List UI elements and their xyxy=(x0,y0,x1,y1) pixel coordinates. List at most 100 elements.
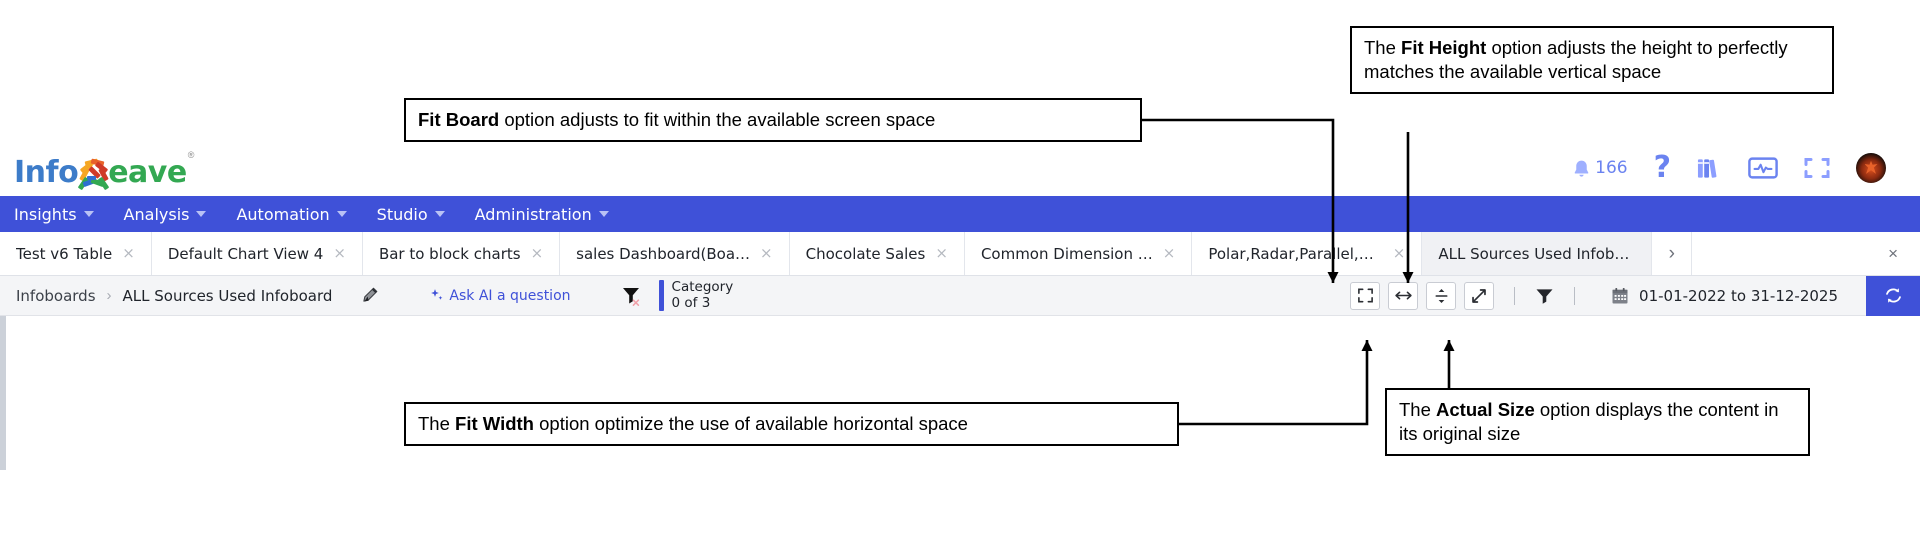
callout-prefix: The xyxy=(1364,37,1402,58)
callout-suffix: option adjusts to fit within the availab… xyxy=(499,109,936,130)
callout-fit-board: Fit Board option adjusts to fit within t… xyxy=(404,98,1142,143)
breadcrumb-root[interactable]: Infoboards xyxy=(16,287,96,305)
monitor-chart-icon xyxy=(1748,157,1778,179)
toolbar-divider xyxy=(1514,286,1516,305)
library-books-icon xyxy=(1697,159,1717,178)
tab-common-dimension[interactable]: Common Dimension … × xyxy=(965,232,1193,275)
tab-bar-to-block-charts[interactable]: Bar to block charts × xyxy=(363,232,561,275)
tab-polar-radar-parallel[interactable]: Polar,Radar,Parallel,Si… × xyxy=(1192,232,1423,275)
ask-ai-label: Ask AI a question xyxy=(449,287,571,304)
tab-close-icon[interactable]: × xyxy=(760,246,773,261)
main-navigation: Insights Analysis Automation Studio Admi… xyxy=(0,196,1920,232)
nav-item-administration[interactable]: Administration xyxy=(475,205,609,224)
callout-bold: Fit Width xyxy=(455,413,534,434)
calendar-icon xyxy=(1612,287,1628,303)
tab-bar: Test v6 Table × Default Chart View 4 × B… xyxy=(0,232,1920,276)
nav-label: Studio xyxy=(376,204,428,224)
callout-prefix: The xyxy=(1399,399,1437,420)
notifications-button[interactable]: 166 xyxy=(1571,157,1628,180)
actual-size-icon xyxy=(1472,288,1486,303)
tab-label: Default Chart View 4 xyxy=(167,244,324,263)
user-avatar[interactable] xyxy=(1856,153,1886,183)
tab-default-chart-view-4[interactable]: Default Chart View 4 × xyxy=(152,232,363,275)
nav-item-insights[interactable]: Insights xyxy=(14,205,94,224)
callout-suffix: option optimize the use of available hor… xyxy=(533,413,968,434)
fit-width-button[interactable] xyxy=(1388,281,1419,310)
tab-close-icon[interactable]: × xyxy=(1393,246,1406,261)
nav-label: Automation xyxy=(236,204,330,224)
filter-chip-category[interactable]: Category 0 of 3 xyxy=(658,278,734,312)
tab-close-icon[interactable]: × xyxy=(935,246,948,261)
breadcrumb-current: ALL Sources Used Infoboard xyxy=(122,286,333,305)
date-range-text: 01-01-2022 to 31-12-2025 xyxy=(1639,286,1838,305)
tab-close-icon[interactable]: × xyxy=(333,246,346,261)
tab-label: Common Dimension … xyxy=(980,244,1153,263)
app-header: Info eave ® 166 ? xyxy=(0,140,1920,196)
toolbar-divider xyxy=(1574,286,1576,305)
chevron-down-icon xyxy=(83,211,94,217)
nav-item-automation[interactable]: Automation xyxy=(236,204,347,224)
bell-icon xyxy=(1574,160,1589,177)
chip-accent-bar xyxy=(658,279,664,312)
registered-mark: ® xyxy=(187,150,195,160)
refresh-button[interactable] xyxy=(1866,275,1920,316)
fit-board-button[interactable] xyxy=(1350,281,1381,310)
weave-mark-icon xyxy=(76,156,110,191)
screenshot-root: Info eave ® 166 ? Insights Analysis Auto… xyxy=(0,0,1920,540)
funnel-filter-icon xyxy=(1536,289,1553,304)
tab-test-v6-table[interactable]: Test v6 Table × xyxy=(0,232,152,275)
help-button[interactable]: ? xyxy=(1654,153,1671,183)
fit-board-icon xyxy=(1357,288,1373,303)
fit-height-icon xyxy=(1435,288,1448,303)
tab-close-all-button[interactable]: × xyxy=(1866,232,1920,275)
nav-label: Analysis xyxy=(123,204,190,224)
callout-bold: Actual Size xyxy=(1436,399,1535,420)
fit-height-button[interactable] xyxy=(1426,281,1457,310)
view-toolbar: 01-01-2022 to 31-12-2025 xyxy=(1350,281,1862,310)
tab-label: Chocolate Sales xyxy=(805,244,926,263)
nav-label: Insights xyxy=(14,204,77,224)
tab-chocolate-sales[interactable]: Chocolate Sales × xyxy=(790,232,965,275)
chip-title: Category xyxy=(671,278,734,295)
monitor-button[interactable] xyxy=(1748,156,1778,180)
ask-ai-button[interactable]: Ask AI a question xyxy=(429,287,571,304)
chevron-down-icon xyxy=(434,211,445,217)
nav-label: Administration xyxy=(474,204,592,224)
callout-prefix: The xyxy=(418,413,456,434)
logo-text-info: Info xyxy=(14,155,79,190)
tab-close-icon[interactable]: × xyxy=(1163,246,1176,261)
tab-all-sources-used-infoboard[interactable]: ALL Sources Used Infoboa… xyxy=(1422,232,1653,275)
tab-label: Test v6 Table xyxy=(16,244,113,263)
chevron-down-icon xyxy=(336,211,347,217)
breadcrumb-separator: › xyxy=(106,287,112,304)
library-button[interactable] xyxy=(1697,156,1722,180)
tab-sales-dashboard[interactable]: sales Dashboard(Boa… × xyxy=(560,232,790,275)
chevron-down-icon xyxy=(598,211,609,217)
tab-label: Bar to block charts xyxy=(378,244,521,263)
tab-label: sales Dashboard(Boa… xyxy=(576,244,751,263)
refresh-icon xyxy=(1885,288,1901,303)
fit-width-icon xyxy=(1394,291,1412,300)
edit-board-button[interactable] xyxy=(360,286,379,305)
clear-filter-button[interactable] xyxy=(621,285,643,307)
date-range-picker[interactable]: 01-01-2022 to 31-12-2025 xyxy=(1611,287,1838,305)
tab-scroll-next-button[interactable]: › xyxy=(1652,232,1693,275)
notification-count: 166 xyxy=(1595,158,1628,178)
tab-label: Polar,Radar,Parallel,Si… xyxy=(1208,244,1383,263)
nav-item-analysis[interactable]: Analysis xyxy=(124,205,207,224)
actual-size-button[interactable] xyxy=(1464,281,1495,310)
tab-close-icon[interactable]: × xyxy=(531,246,544,261)
fullscreen-button[interactable] xyxy=(1804,156,1830,180)
clear-filter-icon xyxy=(622,287,639,306)
tab-label: ALL Sources Used Infoboa… xyxy=(1438,244,1636,263)
callout-fit-width: The Fit Width option optimize the use of… xyxy=(404,402,1179,447)
breadcrumb-toolbar: Infoboards › ALL Sources Used Infoboard … xyxy=(0,275,1920,316)
nav-item-studio[interactable]: Studio xyxy=(377,205,445,224)
fullscreen-icon xyxy=(1804,158,1830,178)
tab-close-icon[interactable]: × xyxy=(122,246,135,261)
filter-funnel-button[interactable] xyxy=(1535,287,1554,304)
infoweave-logo[interactable]: Info eave ® xyxy=(14,148,195,191)
sparkle-icon xyxy=(431,289,443,300)
help-question-icon: ? xyxy=(1653,150,1671,185)
callout-bold: Fit Board xyxy=(418,109,500,130)
